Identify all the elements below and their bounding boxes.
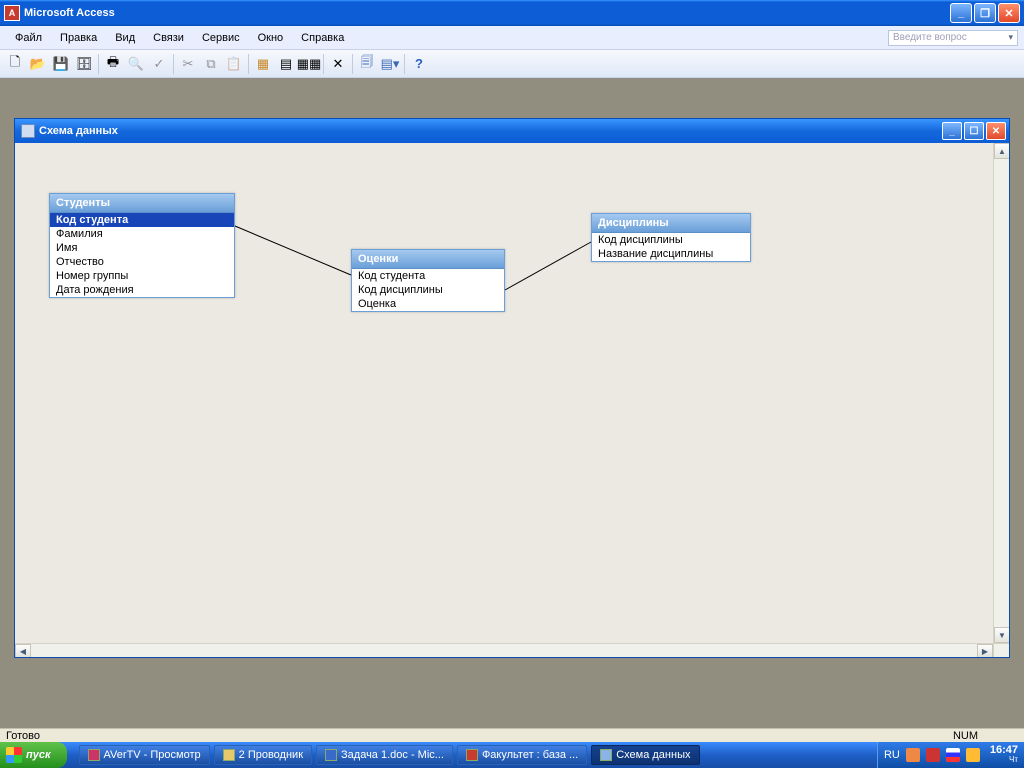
task-item-3[interactable]: Факультет : база ... <box>457 745 587 765</box>
tray-icon-3[interactable] <box>946 748 960 762</box>
table-subjects[interactable]: Дисциплины Код дисциплины Название дисци… <box>591 213 751 262</box>
field-students-3[interactable]: Отчество <box>50 255 234 269</box>
menu-edit[interactable]: Правка <box>51 29 106 47</box>
tray-icon-sound[interactable] <box>966 748 980 762</box>
task-label: Схема данных <box>616 749 690 761</box>
close-button[interactable]: ✕ <box>998 3 1020 23</box>
field-grades-2[interactable]: Оценка <box>352 297 504 311</box>
access-app-icon: A <box>4 5 20 21</box>
task-label: Факультет : база ... <box>482 749 578 761</box>
clock-day: Чт <box>1009 755 1018 764</box>
menu-view[interactable]: Вид <box>106 29 144 47</box>
scroll-up-icon[interactable]: ▲ <box>994 143 1009 159</box>
taskbar: пуск AVerTV - Просмотр 2 Проводник Задач… <box>0 742 1024 768</box>
task-item-0[interactable]: AVerTV - Просмотр <box>79 745 210 765</box>
table-grades-title[interactable]: Оценки <box>352 250 504 269</box>
menu-file[interactable]: Файл <box>6 29 51 47</box>
help-icon[interactable]: ? <box>408 53 430 75</box>
table-students-title[interactable]: Студенты <box>50 194 234 213</box>
scroll-left-icon[interactable]: ◀ <box>15 644 31 657</box>
schema-canvas[interactable]: Студенты Код студента Фамилия Имя Отчест… <box>15 143 1009 657</box>
windows-logo-icon <box>6 747 22 763</box>
minimize-button[interactable]: _ <box>950 3 972 23</box>
menu-window[interactable]: Окно <box>249 29 293 47</box>
tray-icon-2[interactable] <box>926 748 940 762</box>
clear-layout-icon[interactable]: ✕ <box>327 53 349 75</box>
cut-icon[interactable]: ✂ <box>177 53 199 75</box>
field-subjects-0[interactable]: Код дисциплины <box>592 233 750 247</box>
scroll-corner <box>993 643 1009 657</box>
table-subjects-title[interactable]: Дисциплины <box>592 214 750 233</box>
app-title: Microsoft Access <box>24 7 115 19</box>
paste-icon[interactable]: 📋 <box>223 53 245 75</box>
folder-icon <box>223 749 235 761</box>
table-grades[interactable]: Оценки Код студента Код дисциплины Оценк… <box>351 249 505 312</box>
vscrollbar[interactable]: ▲ ▼ <box>993 143 1009 643</box>
scroll-down-icon[interactable]: ▼ <box>994 627 1009 643</box>
task-item-4[interactable]: Схема данных <box>591 745 699 765</box>
spellcheck-icon[interactable]: ✓ <box>148 53 170 75</box>
word-icon <box>325 749 337 761</box>
status-numlock: NUM <box>953 730 978 742</box>
field-grades-0[interactable]: Код студента <box>352 269 504 283</box>
schema-icon <box>21 124 35 138</box>
status-ready: Готово <box>6 730 40 742</box>
task-item-1[interactable]: 2 Проводник <box>214 745 312 765</box>
save-icon[interactable]: 💾 <box>50 53 72 75</box>
access-icon <box>466 749 478 761</box>
copy-icon[interactable]: ⧉ <box>200 53 222 75</box>
open-icon[interactable]: 📂 <box>27 53 49 75</box>
child-titlebar[interactable]: Схема данных _ ☐ ✕ <box>15 119 1009 143</box>
child-minimize-button[interactable]: _ <box>942 122 962 140</box>
scroll-right-icon[interactable]: ▶ <box>977 644 993 657</box>
new-icon[interactable]: 🗋 <box>4 53 26 75</box>
saveas-icon[interactable]: 🗄 <box>73 53 95 75</box>
field-subjects-1[interactable]: Название дисциплины <box>592 247 750 261</box>
schema-task-icon <box>600 749 612 761</box>
menubar: Файл Правка Вид Связи Сервис Окно Справк… <box>0 26 1024 50</box>
show-direct-icon[interactable]: ▤ <box>275 53 297 75</box>
child-title: Схема данных <box>39 125 118 137</box>
statusbar: Готово NUM <box>0 728 1024 742</box>
restore-button[interactable]: ❐ <box>974 3 996 23</box>
field-students-4[interactable]: Номер группы <box>50 269 234 283</box>
field-grades-1[interactable]: Код дисциплины <box>352 283 504 297</box>
tray-icon-1[interactable] <box>906 748 920 762</box>
mdi-area: Схема данных _ ☐ ✕ Студенты Код студента… <box>0 78 1024 728</box>
task-item-2[interactable]: Задача 1.doc - Mic... <box>316 745 453 765</box>
field-students-5[interactable]: Дата рождения <box>50 283 234 297</box>
menu-service[interactable]: Сервис <box>193 29 249 47</box>
task-label: 2 Проводник <box>239 749 303 761</box>
tray-clock[interactable]: 16:47 Чт <box>990 746 1018 764</box>
show-all-icon[interactable]: ▦▦ <box>298 53 320 75</box>
report-icon[interactable]: 🗐 <box>356 53 378 75</box>
field-students-2[interactable]: Имя <box>50 241 234 255</box>
lang-indicator[interactable]: RU <box>884 749 900 761</box>
tray[interactable]: RU 16:47 Чт <box>877 742 1024 768</box>
schema-window: Схема данных _ ☐ ✕ Студенты Код студента… <box>14 118 1010 658</box>
child-close-button[interactable]: ✕ <box>986 122 1006 140</box>
new-object-icon[interactable]: ▤▾ <box>379 53 401 75</box>
menu-help[interactable]: Справка <box>292 29 353 47</box>
toolbar: 🗋 📂 💾 🗄 🖶 🔍 ✓ ✂ ⧉ 📋 ▦ ▤ ▦▦ ✕ 🗐 ▤▾ ? <box>0 50 1024 78</box>
task-label: Задача 1.doc - Mic... <box>341 749 444 761</box>
field-students-0[interactable]: Код студента <box>50 213 234 227</box>
task-label: AVerTV - Просмотр <box>104 749 201 761</box>
field-students-1[interactable]: Фамилия <box>50 227 234 241</box>
menu-relationships[interactable]: Связи <box>144 29 193 47</box>
start-button[interactable]: пуск <box>0 742 67 768</box>
start-label: пуск <box>26 749 51 761</box>
app-titlebar: A Microsoft Access _ ❐ ✕ <box>0 0 1024 26</box>
clock-time: 16:47 <box>990 746 1018 755</box>
child-maximize-button[interactable]: ☐ <box>964 122 984 140</box>
preview-icon[interactable]: 🔍 <box>125 53 147 75</box>
hscrollbar[interactable]: ◀ ▶ <box>15 643 993 657</box>
help-search-box[interactable]: Введите вопрос <box>888 30 1018 46</box>
print-icon[interactable]: 🖶 <box>102 53 124 75</box>
table-students[interactable]: Студенты Код студента Фамилия Имя Отчест… <box>49 193 235 298</box>
task-icon <box>88 749 100 761</box>
show-table-icon[interactable]: ▦ <box>252 53 274 75</box>
